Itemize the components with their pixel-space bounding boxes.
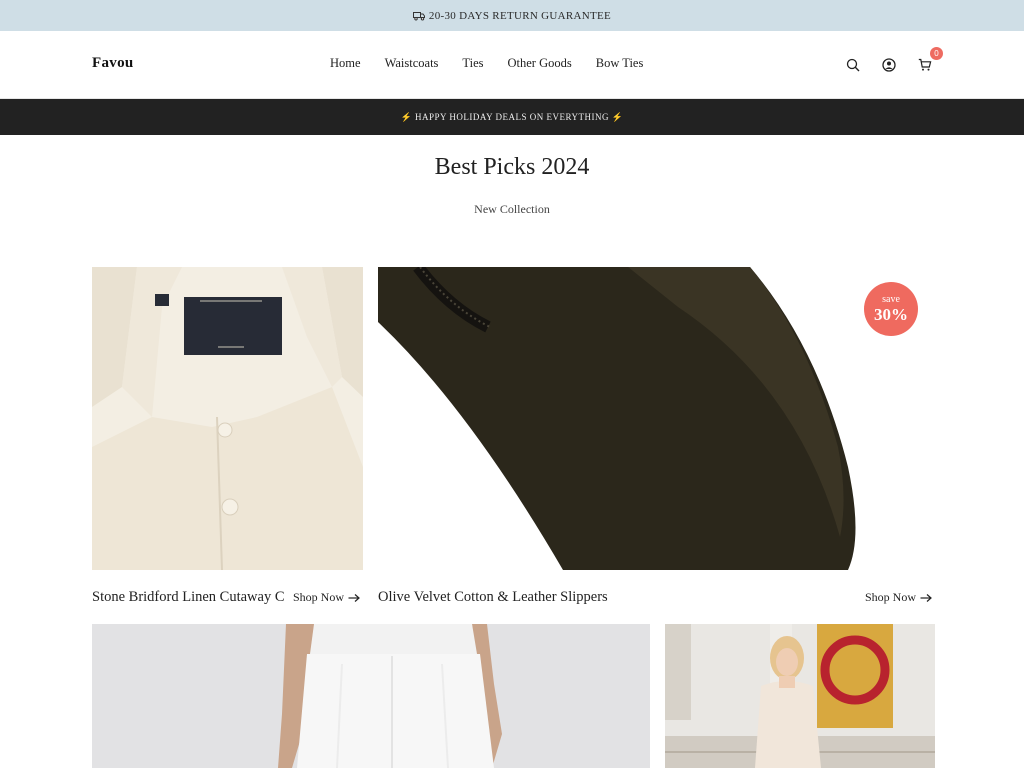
section-title: Best Picks 2024 (434, 154, 590, 180)
product-card-velvet-slippers[interactable]: save 30% Olive Velvet Cotton & Leather S… (378, 267, 935, 612)
cart-icon (918, 58, 932, 71)
announcement-bar: 20-30 DAYS RETURN GUARANTEE (0, 0, 1024, 31)
arrow-right-icon (348, 593, 360, 602)
shop-now-label: Shop Now (293, 590, 345, 604)
nav-home[interactable]: Home (330, 56, 361, 71)
arrow-right-icon (920, 593, 932, 602)
truck-icon (412, 11, 425, 21)
product-image-white-outfit[interactable] (92, 624, 650, 768)
save-badge-label: save (882, 294, 900, 305)
header-actions: 0 (844, 47, 943, 74)
product-name[interactable]: Stone Bridford Linen Cutaway C (92, 589, 285, 606)
search-button[interactable] (844, 56, 862, 74)
search-icon (846, 58, 860, 72)
product-image-linen-shirt[interactable] (92, 267, 363, 570)
product-card-linen-shirt[interactable]: Stone Bridford Linen Cutaway C Shop Now (92, 267, 363, 612)
nav-bow-ties[interactable]: Bow Ties (596, 56, 644, 71)
product-name[interactable]: Olive Velvet Cotton & Leather Slippers (378, 589, 758, 606)
shop-now-label: Shop Now (865, 590, 917, 604)
save-badge: save 30% (864, 282, 918, 336)
logo[interactable]: Favou (92, 55, 134, 72)
nav-ties[interactable]: Ties (462, 56, 483, 71)
account-icon (882, 58, 896, 72)
promo-text: ⚡ HAPPY HOLIDAY DEALS ON EVERYTHING ⚡ (400, 111, 624, 122)
shop-now-link[interactable]: Shop Now (293, 590, 360, 605)
product-card-white-outfit[interactable] (92, 624, 650, 768)
shop-now-link[interactable]: Shop Now (865, 590, 932, 605)
nav-other-goods[interactable]: Other Goods (508, 56, 572, 71)
account-button[interactable] (880, 56, 898, 74)
main-nav: Home Waistcoats Ties Other Goods Bow Tie… (330, 56, 643, 71)
promo-bar: ⚡ HAPPY HOLIDAY DEALS ON EVERYTHING ⚡ (0, 99, 1024, 135)
product-card-lounge-outfit[interactable] (665, 624, 935, 768)
cart-count-badge: 0 (930, 47, 943, 60)
product-image-lounge-outfit[interactable] (665, 624, 935, 768)
product-image-velvet-slippers[interactable] (378, 267, 935, 570)
cart-button[interactable]: 0 (916, 47, 943, 74)
save-badge-percent: 30% (874, 305, 908, 324)
nav-waistcoats[interactable]: Waistcoats (385, 56, 439, 71)
section-subtitle: New Collection (474, 202, 550, 216)
site-header: Favou Home Waistcoats Ties Other Goods B… (0, 31, 1024, 99)
announcement-text: 20-30 DAYS RETURN GUARANTEE (428, 9, 612, 22)
